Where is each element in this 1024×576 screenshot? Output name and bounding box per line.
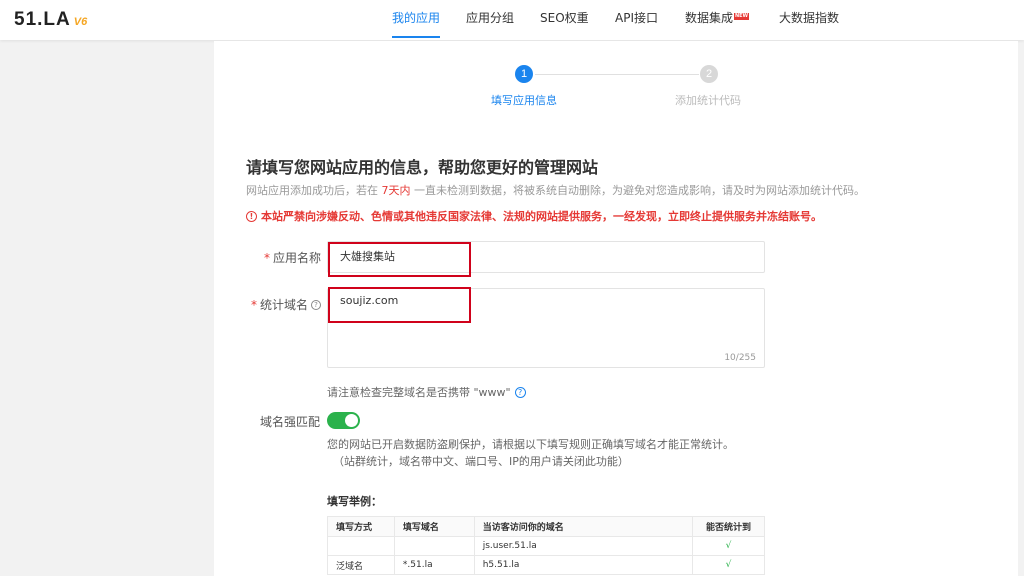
strict-info-line-1: 您的网站已开启数据防盗刷保护，请根据以下填写规则正确填写域名才能正常统计。: [327, 438, 734, 451]
page-description: 网站应用添加成功后，若在 7天内 一直未检测到数据，将被系统自动删除，为避免对您…: [246, 182, 865, 198]
desc-suffix: 一直未检测到数据，将被系统自动删除，为避免对您造成影响，请及时为网站添加统计代码…: [410, 184, 865, 197]
cell-visit: h5.51.la: [473, 555, 694, 575]
top-bar: 51.LA V6 我的应用 应用分组 SEO权重 API接口 数据集成 NEW …: [0, 0, 1024, 40]
col-header-mode: 填写方式: [327, 516, 395, 537]
step-1-circle: 1: [515, 65, 533, 83]
step-1-label: 填写应用信息: [491, 94, 557, 107]
toggle-knob: [345, 414, 358, 427]
warning-text: 本站严禁向涉嫌反动、色情或其他违反国家法律、法规的网站提供服务，一经发现，立即终…: [261, 210, 822, 223]
check-icon: √: [692, 536, 765, 556]
logo-text: 51.LA: [14, 9, 71, 30]
cell-visit: js.user.51.la: [473, 536, 694, 556]
required-mark: *: [251, 297, 257, 312]
col-header-trackable: 能否统计到: [692, 516, 765, 537]
cell-domain: [393, 536, 475, 556]
nav-my-apps[interactable]: 我的应用: [392, 0, 441, 40]
help-icon[interactable]: ?: [311, 299, 322, 310]
step-connector: [535, 74, 699, 75]
required-mark: *: [264, 250, 270, 265]
cell-mode: 泛域名: [327, 555, 395, 575]
domain-label-text: 统计域名: [260, 298, 309, 312]
step-2-label: 添加统计代码: [675, 94, 741, 107]
desc-highlight: 7天内: [381, 184, 411, 197]
warning-icon: !: [246, 210, 257, 222]
cell-domain: *.51.la: [393, 555, 475, 575]
col-header-visit: 当访客访问你的域名: [473, 516, 694, 537]
strict-match-label: 域名强匹配: [260, 415, 321, 429]
nav-app-groups[interactable]: 应用分组: [466, 0, 514, 40]
nav-seo-weight[interactable]: SEO权重: [540, 0, 589, 40]
strict-info-line-2: （站群统计，域名带中文、端口号、IP的用户请关闭此功能）: [333, 455, 629, 468]
example-title: 填写举例：: [327, 495, 382, 508]
table-row: js.user.51.la √: [327, 536, 765, 556]
nav-data-integration[interactable]: 数据集成: [685, 0, 733, 40]
char-counter: 10/255: [724, 353, 756, 363]
example-table: 填写方式 填写域名 当访客访问你的域名 能否统计到 js.user.51.la …: [327, 516, 765, 575]
logo-version: V6: [73, 16, 88, 28]
highlight-box-app-name: [328, 242, 471, 277]
domain-hint-text: 请注意检查完整域名是否携带 "www": [327, 386, 511, 399]
warning-notice: ! 本站严禁向涉嫌反动、色情或其他违反国家法律、法规的网站提供服务，一经发现，立…: [246, 208, 822, 224]
domain-label: * 统计域名 ?: [251, 296, 322, 313]
table-row: 泛域名 *.51.la h5.51.la √: [327, 555, 765, 575]
check-icon: √: [692, 555, 765, 575]
app-name-label: * 应用名称: [264, 249, 321, 266]
table-header-row: 填写方式 填写域名 当访客访问你的域名 能否统计到: [327, 516, 765, 537]
logo[interactable]: 51.LA V6: [14, 10, 87, 30]
desc-prefix: 网站应用添加成功后，若在: [246, 184, 382, 197]
col-header-domain: 填写域名: [393, 516, 475, 537]
main-panel: 1 2 填写应用信息 添加统计代码 请填写您网站应用的信息，帮助您更好的管理网站…: [214, 41, 1018, 576]
nav-api[interactable]: API接口: [615, 0, 658, 40]
nav-big-data-index[interactable]: 大数据指数: [779, 0, 839, 40]
strict-match-toggle[interactable]: [327, 412, 360, 429]
help-icon[interactable]: ?: [514, 386, 526, 398]
page-title: 请填写您网站应用的信息，帮助您更好的管理网站: [246, 158, 599, 177]
new-badge: NEW: [734, 13, 749, 20]
highlight-box-domain: [328, 287, 471, 323]
step-2-circle: 2: [700, 65, 718, 83]
domain-hint: 请注意检查完整域名是否携带 "www" ?: [327, 384, 526, 400]
app-name-label-text: 应用名称: [273, 251, 322, 265]
cell-mode: [327, 536, 395, 556]
